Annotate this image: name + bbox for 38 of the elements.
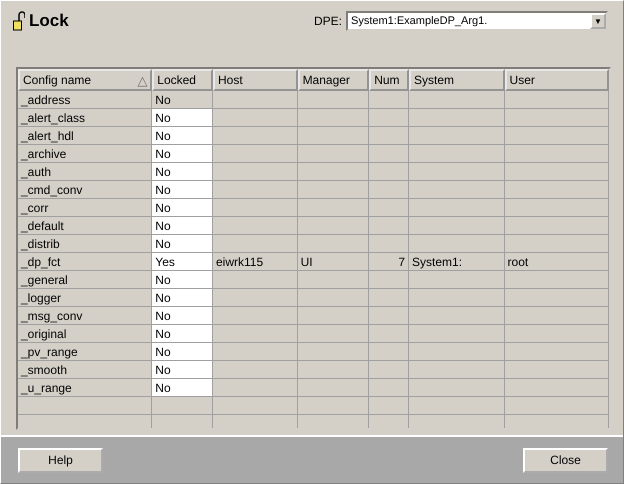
locked-cell[interactable]: No <box>152 109 213 126</box>
locked-cell[interactable]: No <box>152 379 213 396</box>
dialog-title: Lock <box>29 11 69 31</box>
close-button[interactable]: Close <box>523 448 608 472</box>
column-header[interactable]: System <box>409 69 505 91</box>
dropdown-button[interactable]: ▼ <box>590 13 606 29</box>
locked-cell[interactable]: No <box>152 235 213 252</box>
locked-cell[interactable]: No <box>152 163 213 180</box>
sort-icon: △ <box>137 72 148 88</box>
help-button[interactable]: Help <box>18 448 103 472</box>
locked-cell[interactable]: No <box>152 307 213 324</box>
table-cell: System1: <box>409 253 505 270</box>
locked-cell[interactable]: No <box>152 361 213 378</box>
column-header[interactable]: Host <box>212 69 298 91</box>
table-cell: _address <box>18 91 152 108</box>
column-header[interactable]: Locked <box>152 69 213 91</box>
column-header[interactable]: User <box>504 69 609 91</box>
locked-cell[interactable]: No <box>152 325 213 342</box>
locked-cell[interactable]: No <box>152 271 213 288</box>
dpe-label: DPE: <box>314 14 342 28</box>
table-cell: eiwrk115 <box>213 253 298 270</box>
locked-cell[interactable]: No <box>152 91 213 108</box>
dpe-dropdown[interactable]: System1:ExampleDP_Arg1. ▼ <box>346 11 608 31</box>
column-header[interactable]: Manager <box>298 69 370 91</box>
locked-cell[interactable]: No <box>152 289 213 306</box>
locked-cell[interactable]: No <box>152 199 213 216</box>
column-header[interactable]: Config name △ <box>18 69 152 91</box>
locked-cell[interactable]: No <box>152 181 213 198</box>
table-cell: UI <box>298 253 370 270</box>
table-cell: 7 <box>369 253 410 270</box>
column-header[interactable]: Num <box>369 69 410 91</box>
locked-cell[interactable]: No <box>152 343 213 360</box>
padlock-icon <box>13 11 25 31</box>
locked-cell[interactable]: No <box>152 127 213 144</box>
locked-cell[interactable]: No <box>152 217 213 234</box>
locked-cell[interactable]: Yes <box>152 253 213 270</box>
locked-cell[interactable]: No <box>152 145 213 162</box>
table-cell: root <box>504 253 609 270</box>
